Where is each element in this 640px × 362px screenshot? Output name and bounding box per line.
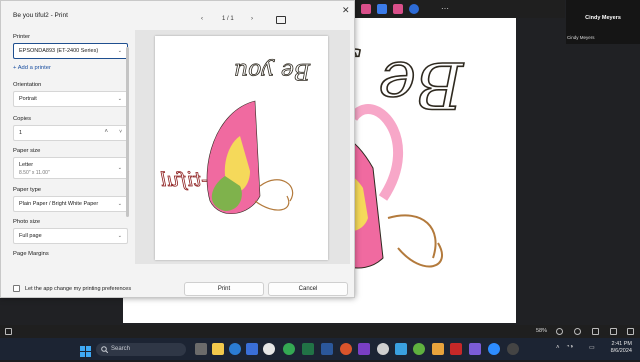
background-toolbar: ⋯ [355, 0, 565, 18]
printer-select[interactable]: EPSONDA893 (ET-2400 Series) ⌄ [13, 43, 128, 59]
prev-page-button[interactable]: ‹ [201, 16, 203, 22]
app-icon[interactable] [377, 343, 389, 355]
orientation-label: Orientation [13, 82, 42, 88]
chevron-up-icon[interactable]: ˄ [104, 129, 108, 135]
app-icon[interactable] [469, 343, 481, 355]
cancel-button[interactable]: Cancel [268, 282, 348, 296]
participant-name: Cindy Meyers [585, 15, 621, 21]
chevron-down-icon: ⌄ [117, 165, 122, 171]
chevron-down-icon: ⌄ [117, 233, 122, 239]
dialog-title: Be you tiful2 - Print [13, 12, 68, 19]
word-icon[interactable] [321, 343, 333, 355]
edge-icon[interactable] [229, 343, 241, 355]
chevron-down-icon: ⌄ [117, 48, 122, 54]
fit-icon[interactable] [592, 328, 599, 335]
clock[interactable]: 2:41 PM 8/6/2024 [598, 341, 632, 355]
app-icon[interactable] [358, 343, 370, 355]
photo-size-label: Photo size [13, 219, 41, 225]
paper-size-dimensions: 8.50" x 11.00" [19, 170, 50, 176]
chevron-down-icon: ⌄ [117, 201, 122, 207]
app-icon[interactable] [413, 343, 425, 355]
layers-icon[interactable] [5, 328, 12, 335]
zoom-out-icon[interactable] [556, 328, 563, 335]
close-icon[interactable]: ✕ [342, 5, 350, 16]
settings-scrollbar[interactable] [126, 47, 129, 217]
zoom-in-icon[interactable] [574, 328, 581, 335]
paper-type-select[interactable]: Plain Paper / Bright White Paper ⌄ [13, 196, 128, 212]
app-icon[interactable] [283, 343, 295, 355]
fullscreen-icon[interactable] [627, 328, 634, 335]
taskbar-search[interactable]: Search [96, 343, 186, 356]
paper-size-value: Letter [19, 162, 34, 168]
clock-time: 2:41 PM [611, 341, 632, 347]
paper-type-label: Paper type [13, 187, 42, 193]
file-explorer-icon[interactable] [212, 343, 224, 355]
preview-antenna [254, 195, 290, 211]
more-icon[interactable]: ⋯ [441, 4, 449, 13]
print-dialog: Be you tiful2 - Print ✕ ‹ 1 / 1 › Printe… [0, 0, 355, 298]
paper-size-label: Paper size [13, 148, 41, 154]
copies-value: 1 [19, 130, 23, 136]
search-icon [101, 346, 108, 353]
app-icon[interactable] [507, 343, 519, 355]
photo-size-select[interactable]: Full page ⌄ [13, 228, 128, 244]
app-icon[interactable] [432, 343, 444, 355]
search-placeholder: Search [111, 346, 131, 352]
participant-label: Cindy Meyers [567, 35, 595, 40]
chrome-icon[interactable] [263, 343, 275, 355]
chevron-down-icon: ⌄ [117, 96, 122, 102]
paper-type-value: Plain Paper / Bright White Paper [19, 201, 99, 207]
copies-stepper[interactable]: 1 ˄ ˅ [13, 125, 128, 141]
windows-start-icon[interactable] [80, 344, 91, 357]
print-button[interactable]: Print [184, 282, 264, 296]
add-printer-link[interactable]: + Add a printer [13, 65, 51, 71]
preferences-label: Let the app change my printing preferenc… [25, 286, 132, 292]
photo-size-value: Full page [19, 233, 42, 239]
copies-label: Copies [13, 116, 32, 122]
orientation-select[interactable]: Portrait ⌄ [13, 91, 128, 107]
preview-page: Be you -tiful [155, 36, 328, 260]
printer-value: EPSONDA893 (ET-2400 Series) [19, 48, 99, 54]
printer-label: Printer [13, 34, 31, 40]
artwork-preview: Be you -tiful [160, 58, 311, 215]
tool-icon[interactable] [393, 4, 403, 14]
task-view-icon[interactable] [195, 343, 207, 355]
app-icon[interactable] [246, 343, 258, 355]
grid-icon[interactable] [610, 328, 617, 335]
tool-icon[interactable] [361, 4, 371, 14]
orientation-value: Portrait [19, 96, 37, 102]
paper-size-select[interactable]: Letter 8.50" x 11.00" ⌄ [13, 157, 128, 179]
page-margins-label: Page Margins [13, 251, 49, 257]
page-counter: 1 / 1 [222, 16, 234, 22]
zoom-app-icon[interactable] [488, 343, 500, 355]
next-page-button[interactable]: › [251, 16, 253, 22]
preferences-checkbox[interactable] [13, 285, 20, 292]
tool-icon[interactable] [377, 4, 387, 14]
antenna [387, 214, 437, 259]
app-icon[interactable] [340, 343, 352, 355]
preview-text-tiful: -tiful [160, 167, 208, 191]
settings-panel: Printer EPSONDA893 (ET-2400 Series) ⌄ + … [6, 27, 130, 263]
tray-chevron-icon[interactable]: ˄ [556, 345, 560, 351]
app-icon[interactable] [395, 343, 407, 355]
excel-icon[interactable] [302, 343, 314, 355]
preview-text-main: Be you [234, 58, 311, 83]
cloud-icon[interactable] [409, 4, 419, 14]
add-printer-label: Add a printer [17, 65, 51, 71]
battery-icon[interactable]: ▭ [589, 344, 595, 351]
zoom-level: 58% [536, 328, 548, 334]
app-icon[interactable] [450, 343, 462, 355]
network-icon[interactable]: ◔◑ [566, 344, 586, 353]
fit-page-icon[interactable] [276, 16, 286, 24]
status-bar: 58% [0, 325, 640, 338]
clock-date: 8/6/2024 [610, 348, 632, 354]
chevron-down-icon[interactable]: ˅ [119, 129, 122, 135]
